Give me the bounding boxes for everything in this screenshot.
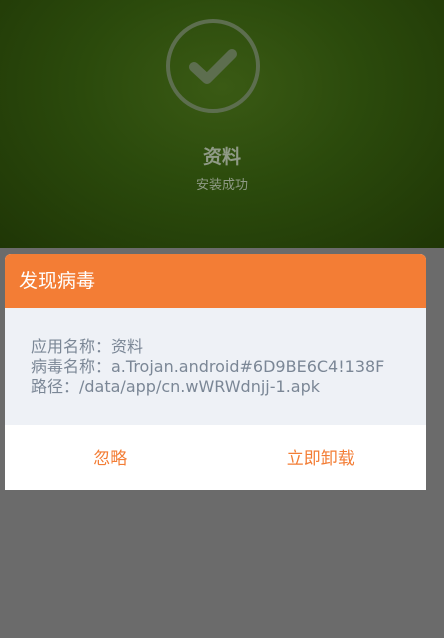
dialog-body: 应用名称：资料 病毒名称：a.Trojan.android#6D9BE6C4!1… (5, 308, 426, 425)
ignore-button[interactable]: 忽略 (5, 425, 216, 490)
virus-name-line: 病毒名称：a.Trojan.android#6D9BE6C4!138F (31, 357, 385, 376)
dialog-title: 发现病毒 (5, 254, 426, 308)
install-status-text: 安装成功 (195, 178, 248, 193)
check-circle-icon (166, 19, 260, 113)
install-background: 资料 安装成功 (0, 0, 444, 248)
dialog-button-bar: 忽略 立即卸载 (5, 425, 426, 490)
installed-app-name: 资料 (202, 146, 241, 168)
uninstall-now-button[interactable]: 立即卸载 (216, 425, 427, 490)
path-line: 路径：/data/app/cn.wWRWdnjj-1.apk (31, 377, 321, 396)
virus-alert-dialog: 发现病毒 应用名称：资料 病毒名称：a.Trojan.android#6D9BE… (5, 254, 426, 490)
app-name-line: 应用名称：资料 (31, 337, 144, 356)
